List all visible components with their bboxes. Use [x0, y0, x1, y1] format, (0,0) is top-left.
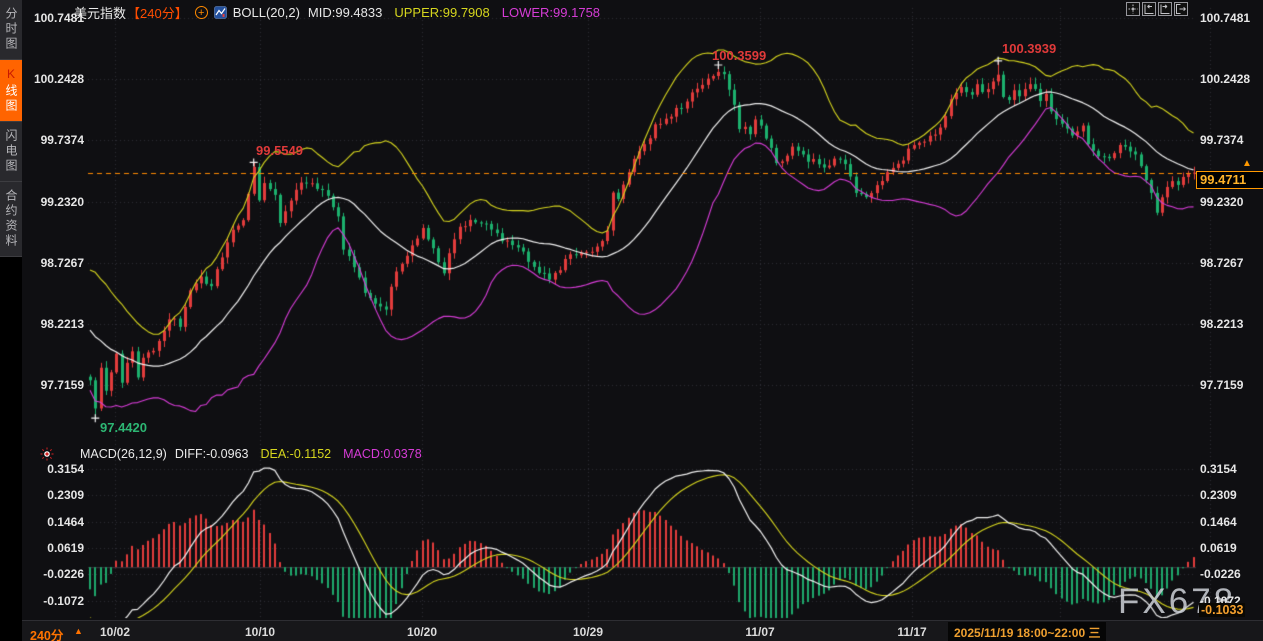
indicator-chart-icon[interactable]	[214, 6, 227, 19]
chart-toolbar	[1126, 2, 1188, 16]
macd-axis-label-left: -0.0226	[28, 567, 84, 581]
last-price-arrow-icon: ▲	[1242, 158, 1252, 169]
extreme-price-annotation: 100.3939	[1002, 41, 1056, 56]
price-axis-label-right: 100.2428	[1200, 72, 1250, 86]
macd-axis-label-left: 0.1464	[28, 515, 84, 529]
zoom-in-chart-icon[interactable]	[1158, 2, 1172, 16]
price-axis-label-right: 97.7159	[1200, 378, 1243, 392]
macd-axis-label-left: 0.0619	[28, 541, 84, 555]
chart-type-tabs: 分时图 K线图 闪电图 合约资料	[0, 0, 22, 257]
price-axis-label-right: 98.7267	[1200, 256, 1243, 270]
price-axis-label-left: 98.2213	[28, 317, 84, 331]
chart-header: 美元指数 【240分】 + BOLL(20,2) MID:99.4833 UPP…	[74, 3, 600, 22]
macd-axis-label-right: 0.2309	[1200, 488, 1237, 502]
boll-upper-value: UPPER:99.7908	[394, 5, 489, 20]
sidebar-tab-label: K线图	[4, 67, 18, 114]
sidebar-tab-time-chart[interactable]: 分时图	[0, 0, 22, 60]
date-label: 10/20	[398, 625, 446, 639]
zoom-out-chart-icon[interactable]	[1142, 2, 1156, 16]
price-axis-label-left: 97.7159	[28, 378, 84, 392]
date-label: 10/29	[564, 625, 612, 639]
sidebar-tab-contract-info[interactable]: 合约资料	[0, 182, 22, 257]
add-indicator-icon[interactable]: +	[195, 6, 208, 19]
date-label: 10/02	[91, 625, 139, 639]
candlestick-chart-canvas[interactable]	[0, 0, 1263, 641]
macd-diff-value: DIFF:-0.0963	[175, 447, 249, 461]
extreme-price-annotation: 97.4420	[100, 420, 147, 435]
boll-lower-value: LOWER:99.1758	[502, 5, 600, 20]
date-label: 11/07	[736, 625, 784, 639]
date-label: 10/10	[236, 625, 284, 639]
price-axis-label-right: 100.7481	[1200, 11, 1250, 25]
interval-dropdown-arrow-icon[interactable]: ▲	[74, 626, 83, 636]
sidebar-tab-label: 分时图	[4, 7, 18, 52]
macd-pane-header: MACD(26,12,9) DIFF:-0.0963 DEA:-0.1152 M…	[40, 447, 422, 461]
last-price-tag: 99.4711	[1196, 171, 1263, 189]
current-candle-range: 2025/11/19 18:00~22:00 三	[948, 622, 1106, 641]
macd-indicator-label: MACD(26,12,9)	[80, 447, 167, 461]
price-axis-label-left: 100.2428	[28, 72, 84, 86]
boll-indicator-label: BOLL(20,2)	[233, 5, 300, 20]
sidebar: 分时图 K线图 闪电图 合约资料	[0, 0, 22, 641]
price-axis-label-left: 98.7267	[28, 256, 84, 270]
sidebar-tab-lightning-chart[interactable]: 闪电图	[0, 122, 22, 182]
instrument-title: 美元指数	[74, 3, 126, 22]
date-label: 11/17	[888, 625, 936, 639]
extreme-price-annotation: 99.5549	[256, 143, 303, 158]
price-axis-label-left: 99.2320	[28, 195, 84, 209]
macd-axis-label-left: 0.3154	[28, 462, 84, 476]
sidebar-tab-label: 闪电图	[4, 129, 18, 174]
boll-mid-value: MID:99.4833	[308, 5, 382, 20]
price-axis-label-left: 99.7374	[28, 133, 84, 147]
macd-axis-label-right: 0.3154	[1200, 462, 1237, 476]
price-axis-label-right: 98.2213	[1200, 317, 1243, 331]
pan-crosshair-icon[interactable]	[1126, 2, 1140, 16]
macd-axis-label-left: 0.2309	[28, 488, 84, 502]
macd-axis-label-right: 0.0619	[1200, 541, 1237, 555]
macd-current-value-tag: -0.1033	[1199, 603, 1245, 617]
interval-label[interactable]: 【240分】	[127, 3, 188, 22]
macd-axis-label-right: 0.1464	[1200, 515, 1237, 529]
indicator-settings-icon[interactable]	[40, 447, 54, 461]
sidebar-tab-kline-chart[interactable]: K线图	[0, 60, 22, 122]
macd-axis-label-left: -0.1072	[28, 594, 84, 608]
price-axis-label-right: 99.2320	[1200, 195, 1243, 209]
interval-selector[interactable]: 240分	[30, 625, 63, 641]
macd-axis-label-right: -0.0226	[1200, 567, 1241, 581]
time-axis-bar: 240分 ▲ 10/02 10/10 10/20 10/29 11/07 11/17 20…	[22, 620, 1263, 641]
macd-hist-value: MACD:0.0378	[343, 447, 422, 461]
trading-terminal: 分时图 K线图 闪电图 合约资料 美元指数 【240分】 + BOLL(20,2…	[0, 0, 1263, 641]
extreme-price-annotation: 100.3599	[712, 48, 766, 63]
price-axis-label-right: 99.7374	[1200, 133, 1243, 147]
exit-chart-icon[interactable]	[1174, 2, 1188, 16]
sidebar-tab-label: 合约资料	[4, 189, 18, 249]
macd-dea-value: DEA:-0.1152	[260, 447, 331, 461]
